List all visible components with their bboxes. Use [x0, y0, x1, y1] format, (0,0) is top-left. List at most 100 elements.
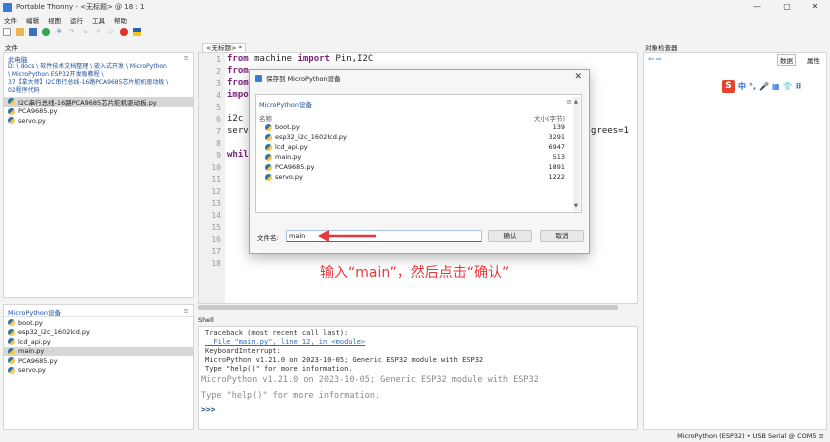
step-out-icon[interactable]: ↗ [94, 28, 102, 36]
file-row[interactable]: boot.py [4, 318, 193, 328]
list-item[interactable]: main.py [265, 153, 301, 161]
list-item[interactable]: servo.py [265, 173, 303, 181]
microphone-icon[interactable]: 🎤 [759, 82, 769, 91]
shell-tab[interactable]: Shell [198, 316, 214, 324]
device-label[interactable]: MicroPython设备 [8, 307, 61, 317]
maximize-button[interactable]: ▢ [772, 0, 802, 14]
shell-output-line: MicroPython v1.21.0 on 2023-10-05; Gener… [205, 356, 484, 364]
menu-edit[interactable]: 编辑 [26, 15, 39, 25]
file-name: esp32_i2c_1602lcd.py [18, 328, 90, 337]
new-file-icon[interactable] [3, 27, 11, 36]
list-item[interactable]: lcd_api.py [265, 143, 308, 151]
line-number: 10 [211, 163, 221, 172]
path-line[interactable]: D: \ docs \ 软件技术文档整理 \ 嵌入式开发 \ MicroPyth… [4, 63, 193, 71]
python-file-icon [8, 98, 15, 106]
this-pc-label[interactable]: 此电脑 [8, 54, 28, 64]
save-icon[interactable] [29, 27, 37, 36]
file-row[interactable]: main.py [4, 346, 193, 356]
ime-punct-icon[interactable]: °, [749, 82, 756, 91]
step-over-icon[interactable]: ↷ [68, 28, 76, 36]
menu-file[interactable]: 文件 [4, 15, 17, 25]
open-file-icon[interactable] [16, 27, 24, 36]
flag-icon[interactable] [133, 27, 141, 36]
scroll-down-icon[interactable]: ▼ [574, 203, 578, 209]
path-line[interactable]: 37【拿大师】I2C串行总线-16路PCA9685芯片舵机驱动板 \ [4, 79, 193, 87]
filename-input[interactable]: main [286, 230, 482, 242]
path-line[interactable]: \ MicroPython ESP32开发板教程 \ [4, 71, 193, 79]
line-number: 13 [211, 199, 221, 208]
line-number: 12 [211, 187, 221, 196]
code-line: serv [227, 126, 249, 136]
device-pane-header: MicroPython设备 ≡ [4, 305, 193, 317]
confirm-button[interactable]: 确认 [488, 230, 532, 242]
dialog-location-label[interactable]: MicroPython设备 [259, 99, 312, 109]
python-file-icon [265, 123, 272, 131]
object-inspector-tab[interactable]: 对象检查器 [645, 42, 678, 52]
file-name: boot.py [18, 318, 43, 327]
file-row[interactable]: PCA9685.py [4, 107, 193, 117]
thonny-dialog-icon [255, 74, 262, 82]
file-name: lcd_api.py [18, 337, 51, 346]
list-item[interactable]: esp32_i2c_1602lcd.py [265, 133, 347, 141]
file-row[interactable]: lcd_api.py [4, 337, 193, 347]
file-row[interactable]: PCA9685.py [4, 356, 193, 366]
sogou-logo-icon[interactable]: S [722, 79, 735, 93]
list-item[interactable]: boot.py [265, 123, 300, 131]
tab-attributes[interactable]: 属性 [807, 55, 820, 65]
line-number: 17 [211, 247, 221, 256]
file-row[interactable]: servo.py [4, 366, 193, 376]
shell-traceback-link[interactable]: File "main.py", line 12, in <module> [205, 338, 365, 346]
step-into-icon[interactable]: ↘ [81, 28, 89, 36]
editor-horizontal-scrollbar[interactable] [198, 305, 618, 310]
ime-menu-icon[interactable]: ⠿ [796, 82, 802, 91]
file-row[interactable]: I2C串行总线-16路PCA9685芯片舵机驱动板.py [4, 97, 193, 107]
menu-run[interactable]: 运行 [70, 15, 83, 25]
column-header-size[interactable]: 大小(字节) [534, 113, 565, 123]
close-window-button[interactable]: ✕ [800, 0, 830, 14]
filename-label: 文件名: [257, 234, 279, 242]
python-file-icon [8, 319, 15, 327]
debug-icon[interactable]: ✲ [55, 28, 63, 36]
file-name: PCA9685.py [18, 356, 58, 365]
ime-toolbar: S 中 °, 🎤 ▦ 👕 ⠿ [722, 79, 802, 93]
file-row[interactable]: esp32_i2c_1602lcd.py [4, 328, 193, 338]
shell-console[interactable]: Traceback (most recent call last): File … [198, 326, 638, 430]
skin-icon[interactable]: 👕 [783, 82, 793, 91]
status-bar[interactable]: MicroPython (ESP32) • USB Serial @ COM5 … [0, 431, 830, 442]
line-number: 7 [216, 127, 221, 136]
path-line[interactable]: 02程序代码 [4, 87, 193, 95]
pane-menu-icon[interactable]: ≡ [184, 54, 189, 62]
scroll-up-icon[interactable]: ▲ [574, 99, 578, 105]
minimize-button[interactable]: — [742, 0, 772, 14]
list-item[interactable]: PCA9685.py [265, 163, 315, 171]
line-number-gutter: 1 2 3 4 5 6 7 8 9 10 11 12 13 14 15 16 1… [199, 53, 225, 303]
keyboard-icon[interactable]: ▦ [772, 82, 780, 91]
file-row[interactable]: servo.py [4, 116, 193, 126]
shell-output-line: KeyboardInterrupt: [205, 347, 281, 355]
annotation-instruction: 输入“main”，然后点击“确认” [320, 265, 510, 281]
menu-view[interactable]: 视图 [48, 15, 61, 25]
cancel-button[interactable]: 取消 [540, 230, 584, 242]
line-number: 2 [216, 67, 221, 76]
files-tab[interactable]: 文件 [5, 42, 18, 52]
code-line: impo [227, 90, 249, 100]
window-title: Portable Thonny - <无标题> @ 18 : 1 [16, 3, 145, 11]
nav-arrows-icon[interactable]: ⇦ ⇨ [648, 55, 662, 63]
tab-data[interactable]: 数据 [777, 54, 796, 66]
dialog-list-scrollbar[interactable]: ▲ ▼ [573, 97, 580, 211]
ime-chinese-icon[interactable]: 中 [738, 81, 746, 92]
column-header-name[interactable]: 名称 [259, 113, 272, 123]
list-menu-icon[interactable]: ≡ [566, 98, 572, 106]
pane-menu-icon[interactable]: ≡ [184, 307, 189, 315]
stop-icon[interactable] [120, 27, 128, 36]
dialog-file-list: MicroPython设备 ≡ 名称 大小(字节) ▲ ▼ boot.py 13… [255, 94, 582, 213]
shell-output-line: MicroPython v1.21.0 on 2023-10-05; Gener… [201, 375, 539, 385]
file-size: 139 [552, 123, 565, 131]
dialog-title: 保存到 MicroPython设备 [266, 75, 341, 83]
menu-help[interactable]: 帮助 [114, 15, 127, 25]
run-icon[interactable] [42, 27, 50, 36]
close-icon[interactable]: ✕ [574, 72, 582, 82]
menu-tools[interactable]: 工具 [92, 15, 105, 25]
resume-icon[interactable]: ▷ [107, 28, 115, 36]
thonny-app-icon [3, 2, 12, 12]
